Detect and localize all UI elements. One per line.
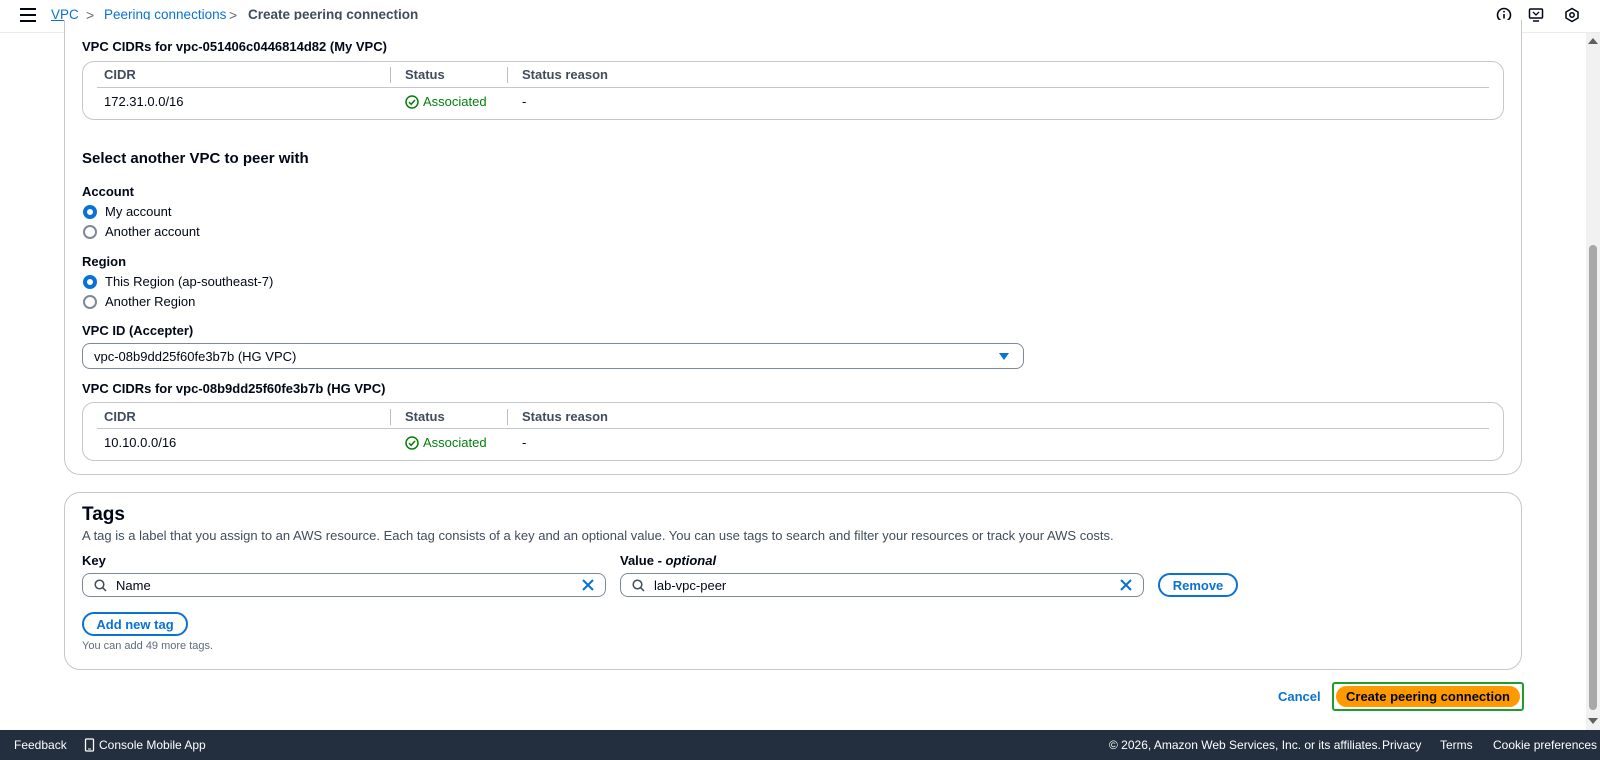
radio-label: My account [105,204,172,219]
column-divider [507,67,508,83]
success-icon [405,435,419,450]
value-label-text: Value - [620,553,666,568]
key-label: Key [82,553,106,568]
cookie-preferences-link[interactable]: Cookie preferences [1493,738,1597,752]
radio-another-region[interactable]: Another Region [83,294,195,309]
cancel-button[interactable]: Cancel [1278,689,1321,704]
status-text: Associated [423,94,487,109]
column-header-cidr: CIDR [104,67,136,82]
radio-label: Another account [105,224,200,239]
radio-button[interactable] [83,204,97,219]
header-divider [97,428,1489,429]
add-new-tag-button[interactable]: Add new tag [82,612,188,636]
column-header-status: Status [405,409,445,424]
account-label: Account [82,184,134,199]
cidr-cell: 10.10.0.0/16 [104,435,177,450]
caret-down-icon [999,353,1009,360]
peer-section-title: Select another VPC to peer with [82,150,309,167]
column-header-cidr: CIDR [104,409,136,424]
status-text: Associated [423,435,487,450]
status-reason-cell: - [522,435,527,450]
search-icon [94,579,107,592]
radio-my-account[interactable]: My account [83,204,171,219]
cidr-cell: 172.31.0.0/16 [104,94,184,109]
feedback-link[interactable]: Feedback [14,738,67,752]
value-label: Value - optional [620,553,716,568]
column-divider [390,409,391,425]
console-footer: Feedback Console Mobile App © 2026, Amaz… [0,730,1600,760]
tags-description: A tag is a label that you assign to an A… [82,528,1114,543]
create-peering-connection-button[interactable]: Create peering connection [1336,686,1520,707]
vpc-id-label: VPC ID (Accepter) [82,323,194,338]
success-icon [405,94,419,109]
console-mobile-app-link[interactable]: Console Mobile App [99,738,206,752]
radio-button[interactable] [83,294,97,309]
clear-icon[interactable] [581,578,595,592]
tag-value-input[interactable]: lab-vpc-peer [620,573,1144,597]
accepter-cidrs-table: CIDR Status Status reason 10.10.0.0/16 A… [82,402,1504,461]
remove-tag-button[interactable]: Remove [1158,573,1238,597]
status-cell: Associated [405,94,487,109]
clear-icon[interactable] [1119,578,1133,592]
column-header-status-reason: Status reason [522,67,608,82]
radio-label: This Region (ap-southeast-7) [105,274,274,289]
optional-text: optional [665,553,717,568]
radio-this-region[interactable]: This Region (ap-southeast-7) [83,274,273,289]
terms-link[interactable]: Terms [1440,738,1473,752]
scroll-up-arrow[interactable] [1588,38,1598,44]
radio-button[interactable] [83,274,97,289]
requester-cidrs-title: VPC CIDRs for vpc-051406c0446814d82 (My … [82,39,387,54]
tags-title: Tags [82,504,125,525]
menu-icon[interactable] [20,8,36,22]
status-reason-cell: - [522,94,527,109]
column-header-status-reason: Status reason [522,409,608,424]
radio-another-account[interactable]: Another account [83,224,200,239]
requester-cidrs-table: CIDR Status Status reason 172.31.0.0/16 … [82,61,1504,120]
copyright-text: © 2026, Amazon Web Services, Inc. or its… [1109,738,1381,752]
vpc-id-value: vpc-08b9dd25f60fe3b7b (HG VPC) [94,348,297,364]
scrollbar-thumb[interactable] [1589,245,1597,710]
column-divider [390,67,391,83]
search-icon [632,579,645,592]
region-label: Region [82,254,127,269]
mobile-app-icon [84,738,95,752]
accepter-cidrs-title: VPC CIDRs for vpc-08b9dd25f60fe3b7b (HG … [82,381,386,396]
settings-icon[interactable] [1564,7,1580,23]
vpc-id-select[interactable]: vpc-08b9dd25f60fe3b7b (HG VPC) [82,343,1024,369]
feedback-icon[interactable] [1528,7,1544,23]
tag-key-input[interactable]: Name [82,573,606,597]
tag-key-value: Name [116,578,151,593]
tags-remaining-note: You can add 49 more tags. [82,640,214,652]
privacy-link[interactable]: Privacy [1382,738,1421,752]
status-cell: Associated [405,435,487,450]
radio-button[interactable] [83,224,97,239]
tag-value-value: lab-vpc-peer [654,578,727,593]
column-divider [507,409,508,425]
radio-label: Another Region [105,294,196,309]
column-header-status: Status [405,67,445,82]
header-divider [97,87,1489,88]
scroll-down-arrow[interactable] [1588,718,1598,724]
